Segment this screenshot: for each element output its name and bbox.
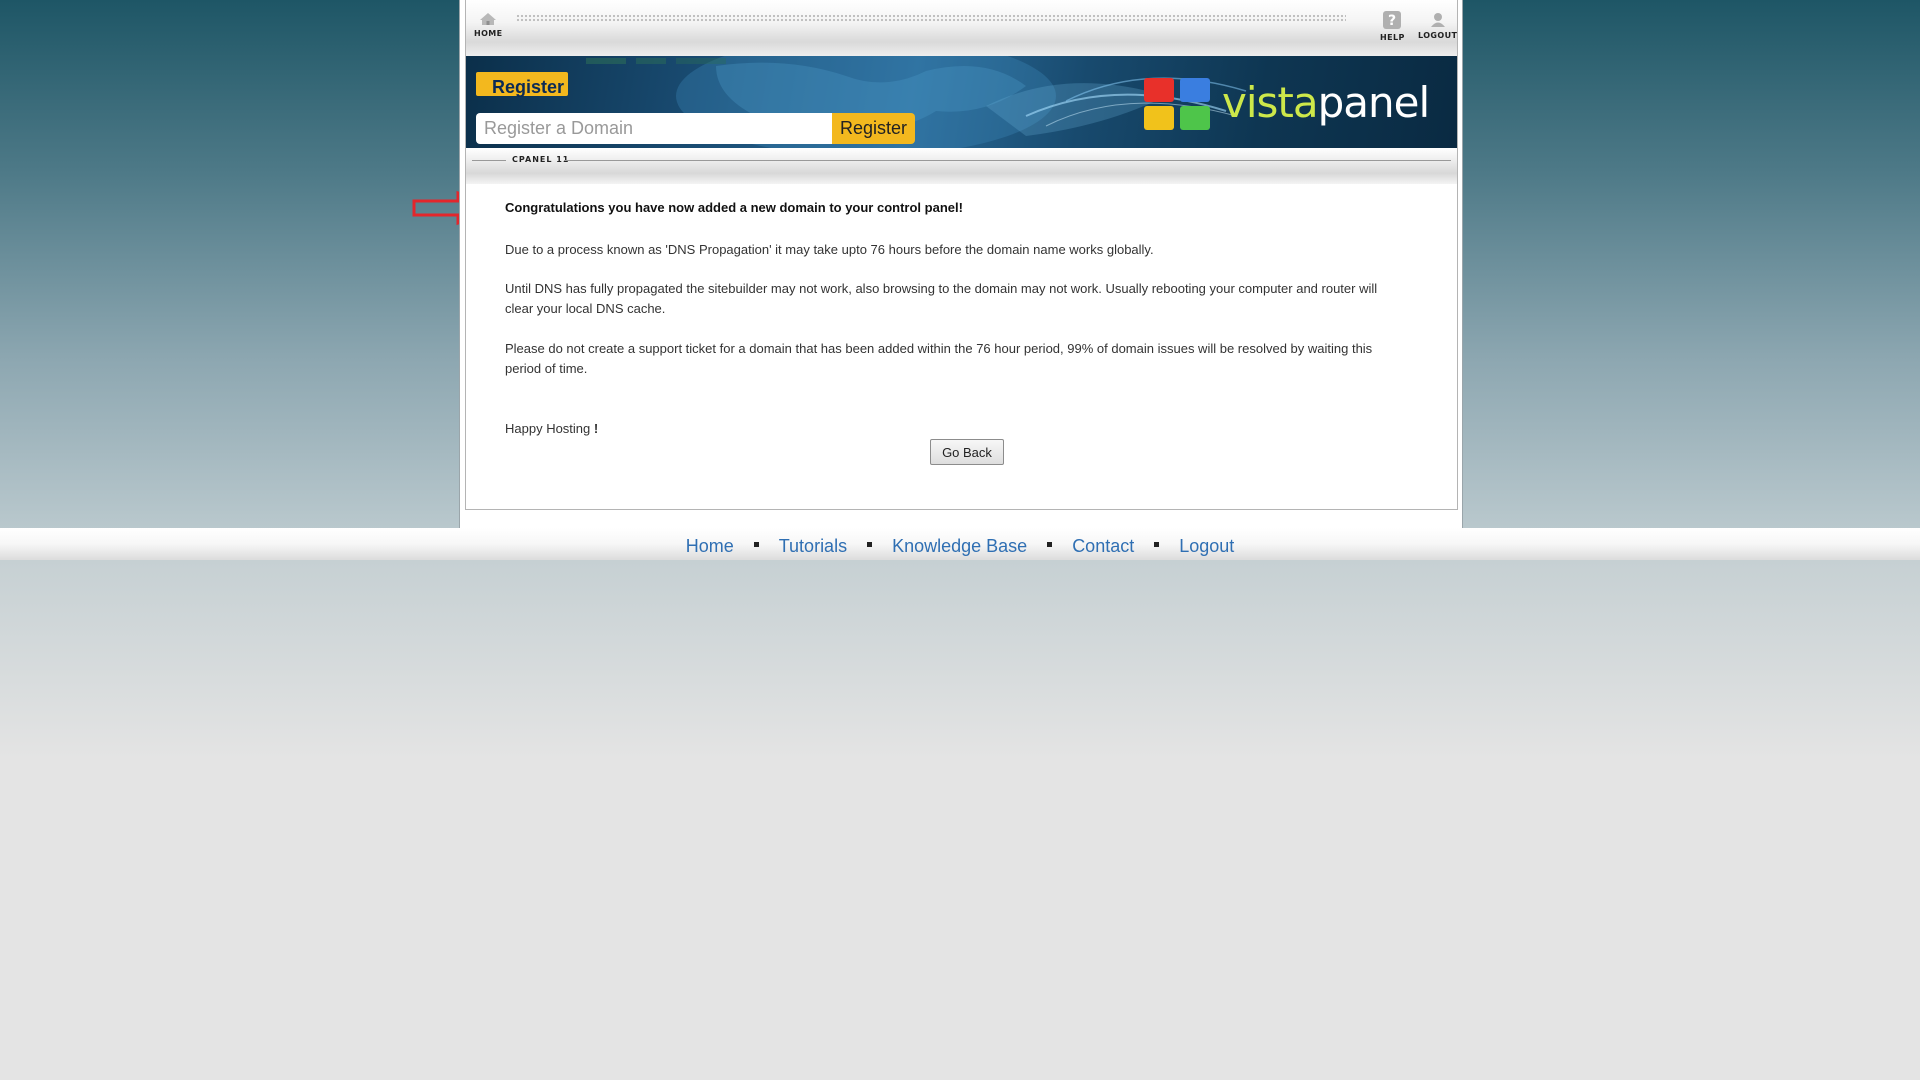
footer-link-tutorials[interactable]: Tutorials [779,536,847,556]
vistapanel-logo: vistapanel [1142,74,1442,136]
logo-text-panel: panel [1317,78,1431,127]
footer-separator [753,541,759,547]
section-header-bar: CPANEL 11 [466,148,1457,184]
footer-link-home[interactable]: Home [686,536,734,556]
closing-text: Happy Hosting [505,421,591,436]
dns-propagation-paragraph: Due to a process known as 'DNS Propagati… [505,242,1154,257]
footer-separator [867,541,873,547]
section-header-rule-left [472,160,506,161]
go-back-button[interactable]: Go Back [930,439,1004,465]
top-toolbar: HOME ? HELP LOGOUT [466,0,1457,56]
logout-toolbar-label: LOGOUT [1418,31,1458,40]
vistapanel-logo-icon [1144,78,1210,130]
footer-nav: Home Tutorials Knowledge Base Contact Logout [0,528,1920,560]
panel-frame: HOME ? HELP LOGOUT Register Register a D… [465,0,1458,510]
register-tab-label: Register [476,72,568,97]
register-domain-button[interactable]: Register [832,113,915,144]
help-toolbar-label: HELP [1380,33,1405,42]
support-ticket-paragraph: Please do not create a support ticket fo… [505,341,1373,376]
closing-exclamation: ! [593,421,599,436]
user-logout-icon [1430,13,1445,27]
logo-text-vista: vista [1222,78,1319,127]
footer-separator [1047,541,1053,547]
help-icon: ? [1383,11,1402,29]
home-toolbar-button[interactable]: HOME [474,12,503,38]
home-icon [480,13,497,25]
footer-separator [1154,541,1160,547]
home-toolbar-label: HOME [474,29,503,38]
toolbar-dots-divider [516,14,1346,22]
logout-toolbar-button[interactable]: LOGOUT [1418,12,1457,40]
register-domain-input[interactable] [476,113,832,144]
section-header-rule-right [564,160,1451,161]
header-banner: Register Register vistapanel [466,56,1457,148]
footer-link-logout[interactable]: Logout [1179,536,1234,556]
svg-text:?: ? [1388,13,1396,29]
footer-link-knowledge-base[interactable]: Knowledge Base [892,536,1027,556]
help-toolbar-button[interactable]: ? HELP [1380,10,1405,42]
vistapanel-logo-text: vistapanel [1222,78,1431,127]
footer-link-contact[interactable]: Contact [1072,536,1134,556]
closing-message: Happy Hosting ! [505,419,1405,439]
control-panel-window: HOME ? HELP LOGOUT Register Register a D… [459,0,1463,528]
success-headline: Congratulations you have now added a new… [505,200,963,215]
dns-cache-paragraph: Until DNS has fully propagated the siteb… [505,281,1378,316]
